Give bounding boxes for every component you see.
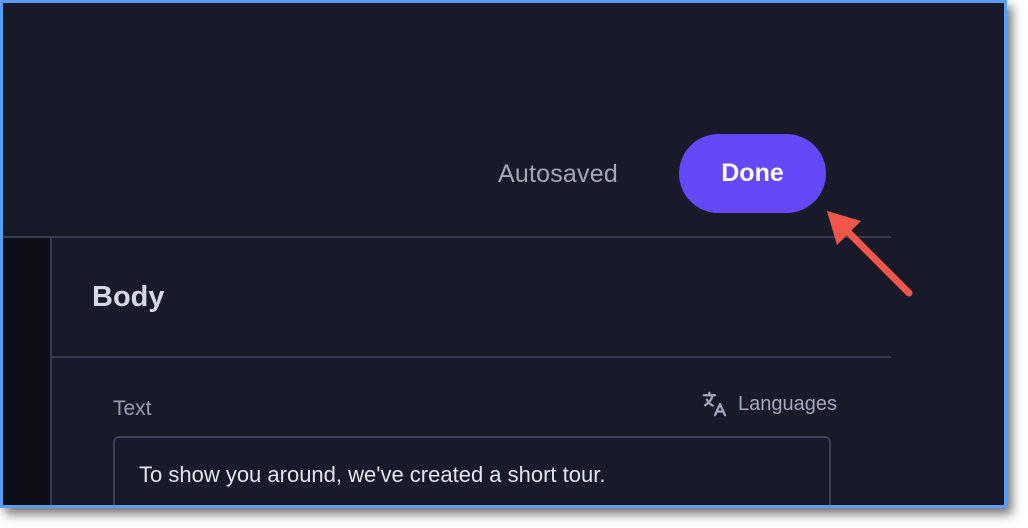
sidebar-divider: [50, 238, 52, 505]
section-title: Body: [92, 281, 165, 313]
text-field-label: Text: [113, 397, 152, 420]
left-sidebar-strip: [3, 238, 50, 505]
languages-button[interactable]: Languages: [700, 389, 837, 419]
editor-window: Autosaved Done Body Text Languages To sh…: [0, 0, 1007, 508]
editor-header: Autosaved Done: [3, 3, 1004, 239]
done-button[interactable]: Done: [679, 134, 826, 213]
body-text-input[interactable]: To show you around, we've created a shor…: [113, 436, 831, 505]
header-divider: [3, 236, 891, 238]
arrow-shaft: [839, 223, 913, 297]
body-text-value: To show you around, we've created a shor…: [139, 462, 606, 487]
section-divider: [52, 356, 891, 358]
arrow-pointer-icon: [827, 211, 913, 297]
translate-icon: [700, 389, 730, 419]
autosave-status: Autosaved: [498, 160, 618, 188]
languages-label: Languages: [738, 392, 837, 415]
